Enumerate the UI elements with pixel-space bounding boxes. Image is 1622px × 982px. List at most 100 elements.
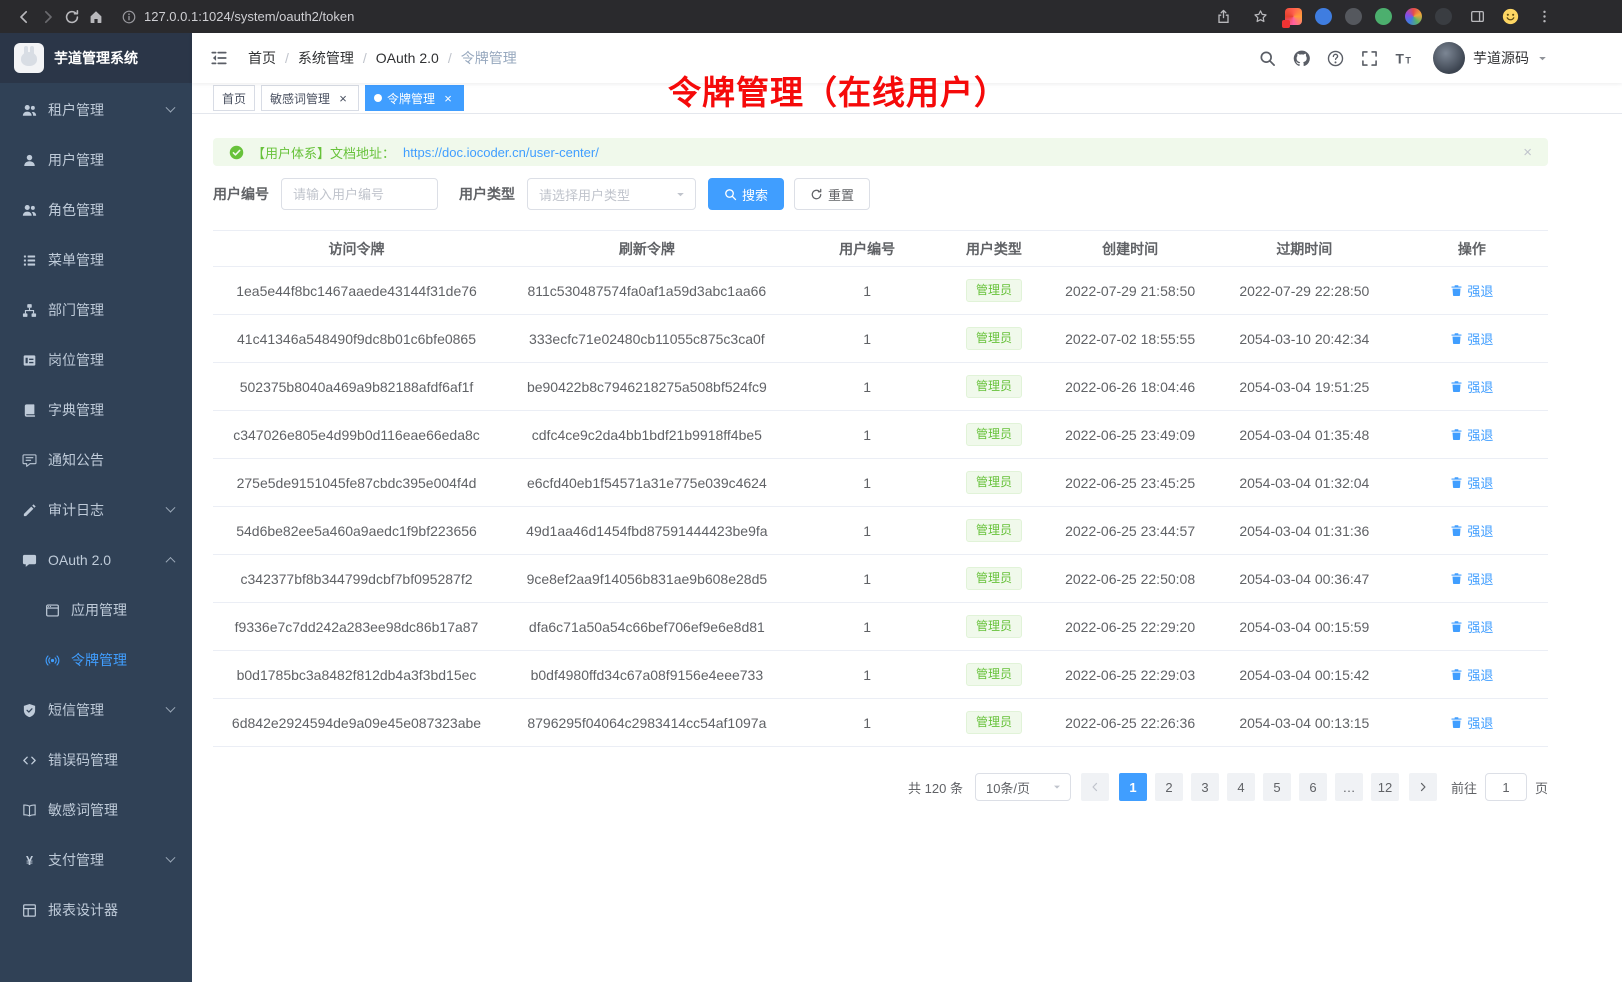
pager-prev-button[interactable] xyxy=(1081,773,1109,801)
sidebar-item[interactable]: 报表设计器 xyxy=(0,885,192,935)
search-button[interactable]: 搜索 xyxy=(708,178,784,210)
expire-time-cell: 2054-03-10 20:42:34 xyxy=(1213,315,1396,363)
search-icon[interactable] xyxy=(1259,50,1276,67)
sidebar-item[interactable]: 应用管理 xyxy=(0,585,192,635)
bookmark-star-icon[interactable] xyxy=(1248,5,1272,29)
pager-page-button[interactable]: 4 xyxy=(1227,773,1255,801)
breadcrumb-item[interactable]: 首页 xyxy=(248,48,276,68)
sidebar-item-label: 支付管理 xyxy=(48,850,104,870)
app-window-icon xyxy=(44,602,60,618)
sidebar-item[interactable]: 敏感词管理 xyxy=(0,785,192,835)
extension-icon-4[interactable] xyxy=(1375,8,1392,25)
sidebar-item[interactable]: 通知公告 xyxy=(0,435,192,485)
action-cell: 强退 xyxy=(1396,555,1548,603)
extension-icon-2[interactable] xyxy=(1315,8,1332,25)
user-type-cell: 管理员 xyxy=(941,555,1048,603)
sidebar-item[interactable]: 令牌管理 xyxy=(0,635,192,685)
pager-more-button[interactable]: … xyxy=(1335,773,1363,801)
extension-icon-3[interactable] xyxy=(1345,8,1362,25)
sidebar-item[interactable]: 审计日志 xyxy=(0,485,192,535)
browser-menu-icon[interactable] xyxy=(1532,5,1556,29)
chevron-down-icon xyxy=(1537,53,1548,64)
force-logout-button[interactable]: 强退 xyxy=(1450,329,1493,348)
force-logout-button[interactable]: 强退 xyxy=(1450,377,1493,396)
tab[interactable]: 首页 xyxy=(213,85,255,111)
breadcrumb-item[interactable]: OAuth 2.0 xyxy=(376,50,439,66)
goto-page-input[interactable] xyxy=(1485,773,1527,801)
user-icon xyxy=(21,152,37,168)
sidebar-item[interactable]: 短信管理 xyxy=(0,685,192,735)
browser-back-icon[interactable] xyxy=(12,5,36,29)
user-type-cell: 管理员 xyxy=(941,411,1048,459)
sidebar-item[interactable]: 租户管理 xyxy=(0,85,192,135)
reset-button[interactable]: 重置 xyxy=(794,178,870,210)
browser-home-icon[interactable] xyxy=(84,5,108,29)
tab-close-icon[interactable]: × xyxy=(441,91,455,105)
sidebar-item[interactable]: 角色管理 xyxy=(0,185,192,235)
pager-page-button[interactable]: 1 xyxy=(1119,773,1147,801)
tab[interactable]: 敏感词管理 × xyxy=(261,85,359,111)
force-logout-button[interactable]: 强退 xyxy=(1450,617,1493,636)
force-logout-button[interactable]: 强退 xyxy=(1450,569,1493,588)
user-menu[interactable]: 芋道源码 xyxy=(1433,42,1548,74)
force-logout-button[interactable]: 强退 xyxy=(1450,521,1493,540)
browser-forward-icon[interactable] xyxy=(36,5,60,29)
pager-page-button[interactable]: 12 xyxy=(1371,773,1399,801)
pager-page-button[interactable]: 2 xyxy=(1155,773,1183,801)
refresh-token-cell: be90422b8c7946218275a508bf524fc9 xyxy=(500,363,794,411)
share-icon[interactable] xyxy=(1211,5,1235,29)
trash-icon xyxy=(1450,332,1463,345)
browser-reload-icon[interactable] xyxy=(60,5,84,29)
expire-time-cell: 2054-03-04 00:36:47 xyxy=(1213,555,1396,603)
fullscreen-icon[interactable] xyxy=(1361,50,1378,67)
alert-close-icon[interactable]: × xyxy=(1523,145,1532,160)
column-header: 访问令牌 xyxy=(213,231,500,267)
badge-icon xyxy=(21,352,37,368)
sidebar-item[interactable]: 岗位管理 xyxy=(0,335,192,385)
force-logout-button[interactable]: 强退 xyxy=(1450,425,1493,444)
sidebar-item[interactable]: 字典管理 xyxy=(0,385,192,435)
font-size-icon[interactable]: TT xyxy=(1395,50,1412,67)
tab-close-icon[interactable]: × xyxy=(336,91,350,105)
pager-page-button[interactable]: 5 xyxy=(1263,773,1291,801)
tab[interactable]: 令牌管理 × xyxy=(365,85,464,111)
user-type-cell: 管理员 xyxy=(941,603,1048,651)
force-logout-button[interactable]: 强退 xyxy=(1450,665,1493,684)
pager-next-button[interactable] xyxy=(1409,773,1437,801)
breadcrumb-item[interactable]: 系统管理 xyxy=(298,48,354,68)
sidebar-item[interactable]: 错误码管理 xyxy=(0,735,192,785)
sidebar-item-label: 应用管理 xyxy=(71,600,127,620)
help-icon[interactable] xyxy=(1327,50,1344,67)
extension-icon-6[interactable] xyxy=(1435,8,1452,25)
action-cell: 强退 xyxy=(1396,459,1548,507)
access-token-cell: c342377bf8b344799dcbf7bf095287f2 xyxy=(213,555,500,603)
user-type-badge: 管理员 xyxy=(966,567,1022,589)
report-icon xyxy=(21,902,37,918)
pager-page-button[interactable]: 6 xyxy=(1299,773,1327,801)
extension-icon-1[interactable] xyxy=(1285,8,1302,25)
address-bar[interactable]: 127.0.0.1:1024/system/oauth2/token xyxy=(122,9,1201,24)
github-icon[interactable] xyxy=(1293,50,1310,67)
message-icon xyxy=(21,552,37,568)
site-info-icon[interactable] xyxy=(122,10,136,24)
force-logout-button[interactable]: 强退 xyxy=(1450,713,1493,732)
sidebar-item[interactable]: 菜单管理 xyxy=(0,235,192,285)
pager-goto: 前往 页 xyxy=(1451,773,1548,801)
pager-page-button[interactable]: 3 xyxy=(1191,773,1219,801)
sidebar-item[interactable]: 用户管理 xyxy=(0,135,192,185)
sidebar-item[interactable]: ¥ 支付管理 xyxy=(0,835,192,885)
sidebar-collapse-icon[interactable] xyxy=(210,47,232,69)
page-size-select[interactable]: 10条/页 xyxy=(975,773,1071,801)
extension-icon-5[interactable] xyxy=(1405,8,1422,25)
sidebar-item[interactable]: OAuth 2.0 xyxy=(0,535,192,585)
user-type-select[interactable]: 请选择用户类型 xyxy=(527,178,696,210)
profile-emoji-icon[interactable] xyxy=(1502,8,1519,25)
trash-icon xyxy=(1450,380,1463,393)
app-logo-row[interactable]: 芋道管理系统 xyxy=(0,33,192,83)
force-logout-button[interactable]: 强退 xyxy=(1450,473,1493,492)
force-logout-button[interactable]: 强退 xyxy=(1450,281,1493,300)
sidebar-item[interactable]: 部门管理 xyxy=(0,285,192,335)
doc-link[interactable]: https://doc.iocoder.cn/user-center/ xyxy=(403,145,599,160)
sidebar-panel-icon[interactable] xyxy=(1465,5,1489,29)
user-id-input[interactable] xyxy=(281,178,438,210)
